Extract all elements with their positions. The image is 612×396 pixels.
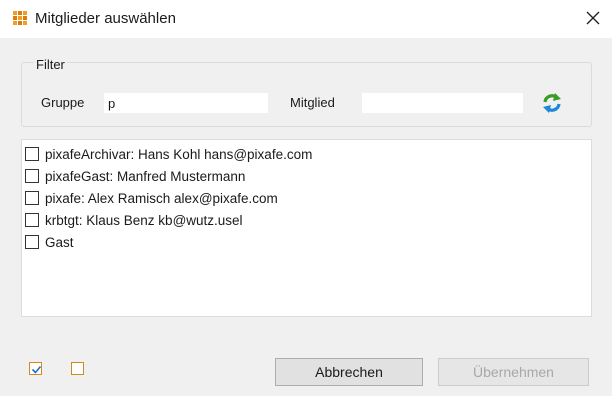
member-label: Gast — [45, 234, 74, 250]
member-label: krbtgt: Klaus Benz kb@wutz.usel — [45, 212, 243, 228]
window-title: Mitglieder auswählen — [35, 10, 176, 27]
member-input[interactable] — [362, 93, 523, 113]
uncheck-all-icon[interactable] — [71, 362, 84, 375]
refresh-icon[interactable] — [541, 92, 563, 114]
filter-legend: Filter — [34, 57, 67, 72]
title-bar: Mitglieder auswählen — [0, 0, 612, 38]
grid-app-icon — [13, 11, 27, 25]
member-list[interactable]: pixafeArchivar: Hans Kohl hans@pixafe.co… — [21, 139, 592, 317]
list-item[interactable]: pixafe: Alex Ramisch alex@pixafe.com — [25, 189, 278, 207]
apply-button[interactable]: Übernehmen — [438, 358, 589, 386]
member-label: Mitglied — [290, 95, 335, 110]
close-icon[interactable] — [580, 5, 606, 31]
list-item[interactable]: Gast — [25, 233, 74, 251]
check-all-icon[interactable] — [29, 362, 42, 375]
member-checkbox[interactable] — [25, 213, 39, 227]
member-checkbox[interactable] — [25, 169, 39, 183]
member-checkbox[interactable] — [25, 191, 39, 205]
list-item[interactable]: pixafeGast: Manfred Mustermann — [25, 167, 245, 185]
member-checkbox[interactable] — [25, 147, 39, 161]
list-item[interactable]: pixafeArchivar: Hans Kohl hans@pixafe.co… — [25, 145, 312, 163]
member-label: pixafeArchivar: Hans Kohl hans@pixafe.co… — [45, 146, 313, 162]
member-checkbox[interactable] — [25, 235, 39, 249]
member-label: pixafe: Alex Ramisch alex@pixafe.com — [45, 190, 278, 206]
member-label: pixafeGast: Manfred Mustermann — [45, 168, 246, 184]
group-input[interactable] — [104, 93, 268, 113]
group-label: Gruppe — [41, 95, 85, 110]
list-item[interactable]: krbtgt: Klaus Benz kb@wutz.usel — [25, 211, 243, 229]
cancel-button[interactable]: Abbrechen — [275, 358, 423, 386]
